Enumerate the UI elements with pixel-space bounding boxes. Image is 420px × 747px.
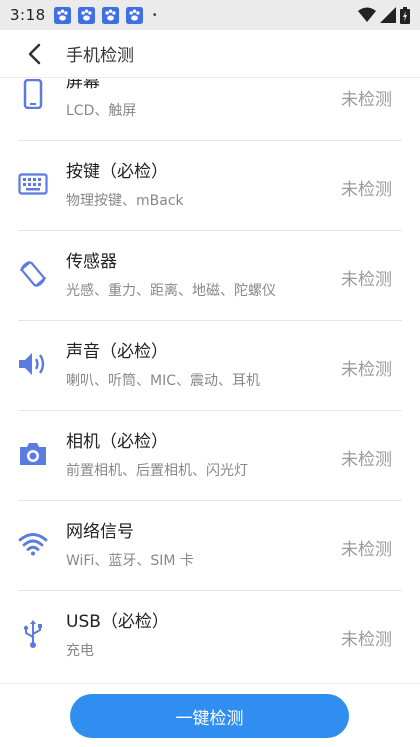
item-title: 按键（必检）: [66, 162, 168, 182]
wifi-status-icon: [358, 7, 376, 22]
battery-charging-icon: [400, 6, 410, 24]
list-item-keys[interactable]: 按键（必检） 物理按键、mBack 未检测: [0, 141, 420, 231]
baidu-paw-notification-icon: [101, 6, 119, 24]
item-status: 未检测: [341, 270, 392, 290]
baidu-paw-notification-icon: [53, 6, 71, 24]
item-title: 传感器: [66, 252, 117, 272]
item-status: 未检测: [341, 540, 392, 560]
baidu-paw-notification-icon: [125, 6, 143, 24]
wifi-icon: [18, 529, 48, 559]
item-subtitle: 物理按键、mBack: [66, 193, 184, 209]
rotate-screen-icon: [18, 259, 48, 289]
list-item-screen[interactable]: 屏幕 LCD、触屏 未检测: [0, 79, 420, 141]
item-title: 相机（必检）: [66, 432, 168, 452]
item-subtitle: 光感、重力、距离、地磁、陀螺仪: [66, 283, 276, 299]
list-item-network[interactable]: 网络信号 WiFi、蓝牙、SIM 卡 未检测: [0, 501, 420, 591]
item-subtitle: WiFi、蓝牙、SIM 卡: [66, 553, 194, 569]
item-subtitle: 充电: [66, 643, 94, 659]
status-time: 3:18: [10, 6, 46, 24]
cellular-signal-icon: [380, 7, 396, 23]
list-item-camera[interactable]: 相机（必检） 前置相机、后置相机、闪光灯 未检测: [0, 411, 420, 501]
status-right-group: [358, 6, 410, 24]
item-title: 声音（必检）: [66, 342, 168, 362]
list-item-sensors[interactable]: 传感器 光感、重力、距离、地磁、陀螺仪 未检测: [0, 231, 420, 321]
speaker-icon: [18, 349, 48, 379]
item-subtitle: 前置相机、后置相机、闪光灯: [66, 463, 248, 479]
app-bar: 手机检测: [0, 30, 420, 78]
detection-list: 屏幕 LCD、触屏 未检测 按键（必检） 物理按键、mBack 未检测 传感器 …: [0, 79, 420, 683]
page-title: 手机检测: [66, 46, 134, 66]
baidu-paw-notification-icon: [77, 6, 95, 24]
item-title: USB（必检）: [66, 612, 169, 632]
item-status: 未检测: [341, 450, 392, 470]
item-title: 网络信号: [66, 522, 134, 542]
bottom-bar: 一键检测: [0, 683, 420, 747]
item-status: 未检测: [341, 90, 392, 110]
camera-icon: [18, 439, 48, 469]
one-click-detect-button[interactable]: 一键检测: [70, 694, 349, 738]
status-bar: 3:18 •: [0, 0, 420, 30]
back-arrow-icon[interactable]: [8, 30, 60, 78]
list-item-sound[interactable]: 声音（必检） 喇叭、听筒、MIC、震动、耳机 未检测: [0, 321, 420, 411]
phone-icon: [18, 79, 48, 109]
item-subtitle: 喇叭、听筒、MIC、震动、耳机: [66, 373, 260, 389]
item-subtitle: LCD、触屏: [66, 103, 137, 119]
list-item-usb[interactable]: USB（必检） 充电 未检测: [0, 591, 420, 681]
item-status: 未检测: [341, 360, 392, 380]
item-title: 屏幕: [66, 79, 100, 92]
item-status: 未检测: [341, 630, 392, 650]
keyboard-icon: [18, 169, 48, 199]
notification-dot: •: [151, 9, 158, 21]
item-status: 未检测: [341, 180, 392, 200]
usb-icon: [18, 619, 48, 649]
